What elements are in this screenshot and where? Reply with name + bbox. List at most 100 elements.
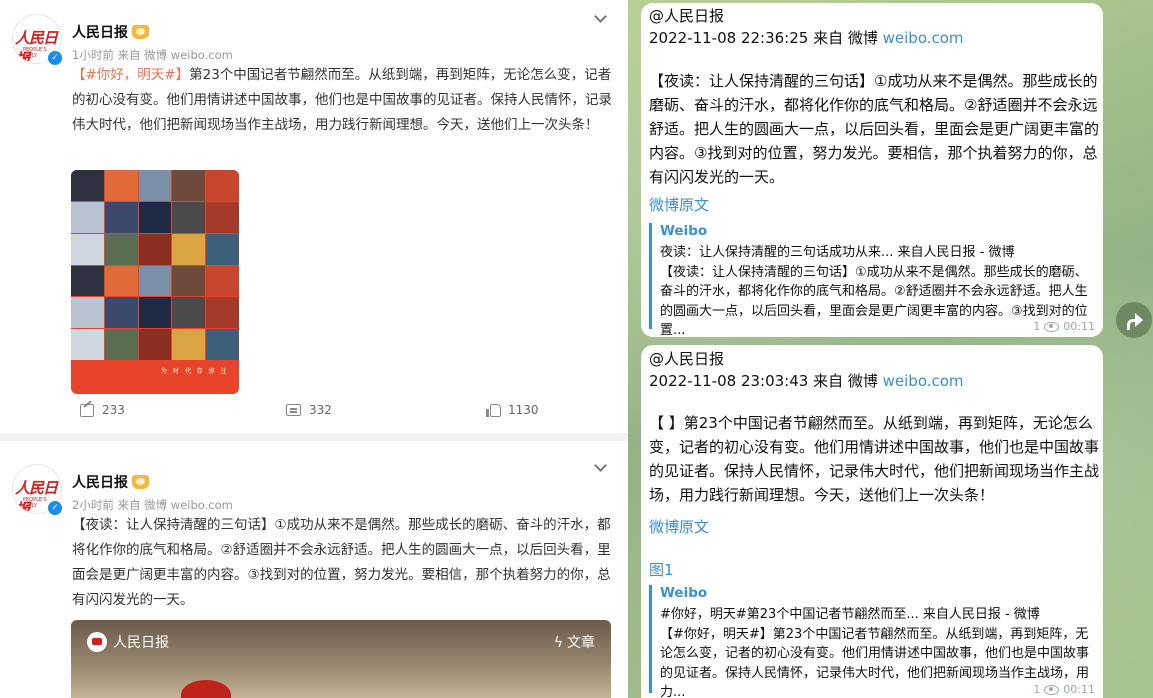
link-preview[interactable]: Weibo 夜读：让人保持清醒的三句话成功从来... 来自人民日报 - 微博 【夜… xyxy=(649,223,1104,338)
post-meta: 2小时前 来自 微博 weibo.com xyxy=(72,497,233,513)
bolt-icon: ϟ xyxy=(553,635,563,651)
preview-site: Weibo xyxy=(660,223,708,239)
post-divider xyxy=(0,433,628,441)
collage-tile xyxy=(71,297,104,329)
article-image-figure xyxy=(181,680,231,698)
like-count: 1130 xyxy=(508,403,539,417)
collage-tile xyxy=(104,329,138,360)
collage-tile xyxy=(71,170,104,201)
image-link[interactable]: 图1 xyxy=(649,559,674,581)
collage-tile xyxy=(71,329,104,360)
preview-title: #你好，明天#第23个中国记者节翩然而至... 来自人民日报 - 微博 xyxy=(660,607,1040,622)
article-card[interactable]: 人民日报 ϟ 文章 xyxy=(71,620,611,698)
collage-tile xyxy=(71,233,104,265)
collage-tile xyxy=(138,170,172,201)
message-datetime-text: 2022-11-08 23:03:43 来自 微博 xyxy=(649,372,878,390)
message-body: 【 】第23个中国记者节翩然而至。从纸到端，再到矩阵，无论怎么变，记者的初心没有… xyxy=(649,414,1100,504)
feed-post: 人民日报 PEOPLE'S DAILY ✓ 人民日报 1小时前 来自 微博 we… xyxy=(0,0,628,433)
chat-panel: @人民日报 2022-11-08 22:36:25 来自 微博 weibo.co… xyxy=(628,0,1153,698)
photo-collage xyxy=(71,170,239,360)
collage-tile xyxy=(104,265,138,297)
like-icon xyxy=(486,403,501,417)
collage-tile xyxy=(71,201,104,233)
collage-tile xyxy=(138,233,172,265)
comment-icon xyxy=(286,404,301,416)
collage-tile xyxy=(104,233,138,265)
chevron-down-icon[interactable] xyxy=(594,461,606,473)
share-count: 233 xyxy=(102,403,125,417)
comment-button[interactable]: 332 xyxy=(286,403,332,417)
verified-icon: ✓ xyxy=(47,500,63,516)
crown-icon xyxy=(132,25,149,39)
message-source-link[interactable]: weibo.com xyxy=(883,372,964,390)
post-image[interactable]: 为 时 代 存 掠 注 xyxy=(71,170,239,394)
collage-tile xyxy=(104,201,138,233)
collage-tile xyxy=(138,297,172,329)
chat-message: @人民日报 2022-11-08 23:03:43 来自 微博 weibo.co… xyxy=(641,345,1103,698)
collage-tile xyxy=(206,201,239,233)
like-button[interactable]: 1130 xyxy=(486,403,539,417)
eye-icon xyxy=(1044,684,1060,695)
post-source[interactable]: 微博 weibo.com xyxy=(144,498,233,512)
preview-title: 夜读：让人保持清醒的三句话成功从来... 来自人民日报 - 微博 xyxy=(660,245,1015,260)
message-handle[interactable]: @人民日报 xyxy=(649,348,724,370)
message-datetime-text: 2022-11-08 22:36:25 来自 微博 xyxy=(649,29,878,47)
collage-tile xyxy=(71,265,104,297)
article-type: ϟ 文章 xyxy=(554,632,595,652)
article-author: 人民日报 xyxy=(113,635,169,651)
collage-tile xyxy=(138,329,172,360)
collage-tile xyxy=(206,265,239,297)
view-count: 1 xyxy=(1033,683,1041,696)
collage-tile xyxy=(172,297,206,329)
article-type-label: 文章 xyxy=(567,635,595,651)
post-text: 【#你好，明天#】第23个中国记者节翩然而至。从纸到端，再到矩阵，无论怎么变，记… xyxy=(72,63,612,138)
collage-tile xyxy=(172,170,206,201)
collage-tile xyxy=(206,170,239,201)
post-source-prefix: 来自 xyxy=(117,498,141,512)
author-name[interactable]: 人民日报 xyxy=(72,22,149,42)
forward-icon[interactable] xyxy=(1116,302,1152,338)
message-status: 1 00:11 xyxy=(1033,320,1095,333)
message-source-link[interactable]: weibo.com xyxy=(883,29,964,47)
post-source[interactable]: 微博 weibo.com xyxy=(144,48,233,62)
chat-message: @人民日报 2022-11-08 22:36:25 来自 微博 weibo.co… xyxy=(641,3,1104,338)
collage-tile xyxy=(206,297,239,329)
post-actions: 233 332 1130 xyxy=(80,403,580,423)
collage-tile xyxy=(172,233,206,265)
collage-tile xyxy=(172,329,206,360)
original-post-link[interactable]: 微博原文 xyxy=(649,516,709,538)
message-handle[interactable]: @人民日报 xyxy=(649,5,724,27)
original-post-link[interactable]: 微博原文 xyxy=(649,194,709,216)
comment-count: 332 xyxy=(309,403,332,417)
image-caption: 为 时 代 存 掠 注 xyxy=(161,368,229,375)
eye-icon xyxy=(1044,321,1060,332)
preview-site: Weibo xyxy=(660,585,708,601)
post-text: 【夜读：让人保持清醒的三句话】①成功从来不是偶然。那些成长的磨砺、奋斗的汗水，都… xyxy=(72,517,611,608)
share-icon xyxy=(80,403,94,417)
author-name-text: 人民日报 xyxy=(72,25,128,41)
collage-tile xyxy=(138,201,172,233)
chevron-down-icon[interactable] xyxy=(594,12,606,24)
collage-tile xyxy=(104,170,138,201)
collage-tile xyxy=(206,233,239,265)
author-name[interactable]: 人民日报 xyxy=(72,472,149,492)
weibo-feed: 人民日报 PEOPLE'S DAILY ✓ 人民日报 1小时前 来自 微博 we… xyxy=(0,0,628,698)
verified-icon: ✓ xyxy=(47,50,63,66)
message-datetime: 2022-11-08 22:36:25 来自 微博 weibo.com xyxy=(649,27,964,49)
collage-tile xyxy=(104,297,138,329)
article-logo xyxy=(87,632,107,652)
share-button[interactable]: 233 xyxy=(80,403,125,417)
author-name-text: 人民日报 xyxy=(72,475,128,491)
collage-tile xyxy=(138,265,172,297)
post-source-prefix: 来自 xyxy=(117,48,141,62)
message-body: 【夜读：让人保持清醒的三句话】①成功从来不是偶然。那些成长的磨砺、奋斗的汗水，都… xyxy=(649,72,1100,186)
post-time[interactable]: 1小时前 xyxy=(72,48,114,62)
post-time[interactable]: 2小时前 xyxy=(72,498,114,512)
collage-tile xyxy=(206,329,239,360)
collage-tile xyxy=(172,201,206,233)
message-time: 00:11 xyxy=(1063,683,1095,696)
message-datetime: 2022-11-08 23:03:43 来自 微博 weibo.com xyxy=(649,370,964,392)
link-preview[interactable]: Weibo #你好，明天#第23个中国记者节翩然而至... 来自人民日报 - 微… xyxy=(649,585,1104,698)
post-hashtag[interactable]: 【#你好，明天#】 xyxy=(72,67,189,83)
collage-tile xyxy=(172,265,206,297)
